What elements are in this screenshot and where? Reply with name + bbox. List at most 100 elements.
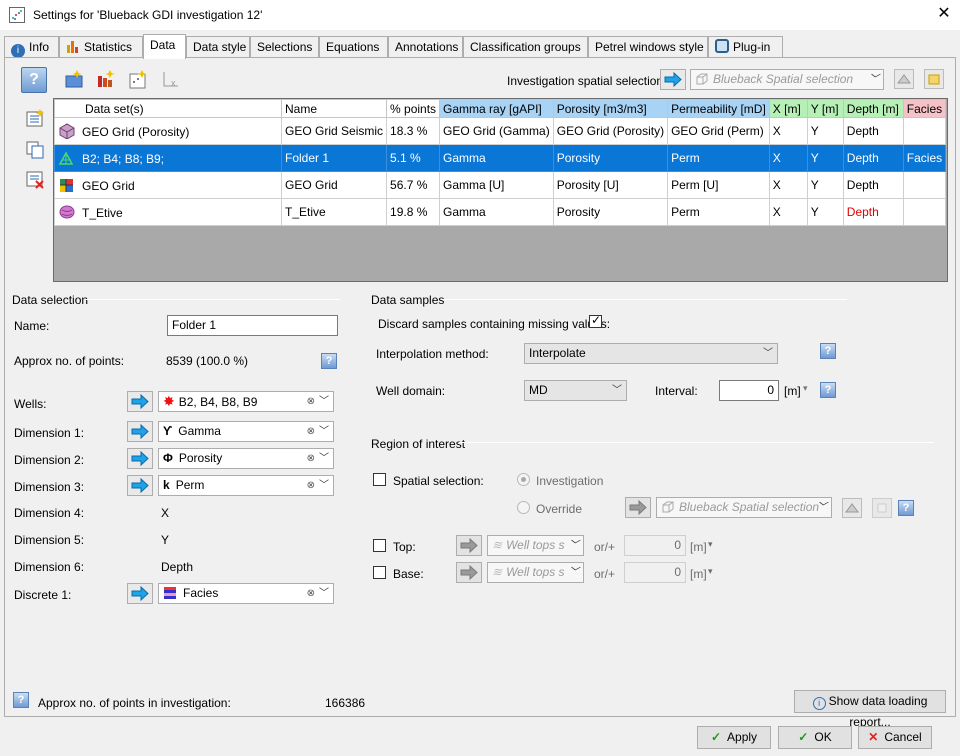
facies-cell[interactable] <box>902 198 947 226</box>
gamma-cell[interactable]: GEO Grid (Gamma) <box>439 117 554 145</box>
dim1-combo[interactable]: ϒ Gamma ⊗ ﹀ <box>158 421 334 442</box>
y-cell[interactable]: Y <box>806 198 844 226</box>
facies-cell[interactable] <box>902 171 947 199</box>
dim1-arrow-button[interactable] <box>127 421 153 442</box>
col-header-perm[interactable]: Permeability [mD] <box>667 99 770 118</box>
base-combo[interactable]: ≋ Well tops s ﹀ <box>487 562 584 583</box>
col-header-datasets[interactable]: Data set(s) <box>54 99 282 118</box>
copy-row-icon[interactable] <box>24 139 46 161</box>
clear-icon[interactable]: ⊗ <box>307 449 315 468</box>
override-new-icon[interactable] <box>872 498 892 518</box>
y-cell[interactable]: Y <box>806 171 844 199</box>
col-header-facies[interactable]: Facies <box>902 99 947 118</box>
table-row[interactable]: GEO Grid GEO Grid 56.7 % Gamma [U] Poros… <box>54 171 947 199</box>
perm-cell[interactable]: GEO Grid (Perm) <box>667 117 770 145</box>
clear-icon[interactable]: ⊗ <box>307 392 315 411</box>
col-header-name[interactable]: Name <box>280 99 388 118</box>
tab-annotations[interactable]: Annotations <box>388 36 463 58</box>
x-cell[interactable]: X <box>768 198 808 226</box>
clear-icon[interactable]: ⊗ <box>307 584 315 603</box>
investigation-radio[interactable] <box>517 473 530 486</box>
top-offset-input[interactable]: 0 <box>624 535 686 556</box>
col-header-points[interactable]: % points <box>386 99 441 118</box>
name-input[interactable]: Folder 1 <box>167 315 338 336</box>
help-icon[interactable]: ? <box>13 692 29 708</box>
dim3-arrow-button[interactable] <box>127 475 153 496</box>
tab-data-style[interactable]: Data style <box>186 36 250 58</box>
help-icon[interactable]: ? <box>898 500 914 516</box>
ok-button[interactable]: ✓ OK <box>778 726 852 749</box>
tab-selections[interactable]: Selections <box>250 36 319 58</box>
depth-cell[interactable]: Depth <box>842 171 904 199</box>
gamma-cell[interactable]: Gamma <box>439 144 554 172</box>
col-header-y[interactable]: Y [m] <box>806 99 844 118</box>
show-data-loading-report-button[interactable]: i Show data loading report... <box>794 690 946 729</box>
top-unit[interactable]: [m] <box>690 540 707 554</box>
discard-checkbox[interactable]: ✓ <box>589 313 602 328</box>
unit-dropdown-icon[interactable]: ▾ <box>803 383 808 394</box>
spatial-new-icon[interactable] <box>924 69 944 89</box>
tab-equations[interactable]: Equations <box>319 36 388 58</box>
top-checkbox[interactable] <box>373 539 386 552</box>
gamma-cell[interactable]: Gamma [U] <box>439 171 554 199</box>
help-icon[interactable]: ? <box>820 343 836 359</box>
tab-petrel-windows-style[interactable]: Petrel windows style <box>588 36 708 58</box>
col-header-gamma[interactable]: Gamma ray [gAPI] <box>439 99 554 118</box>
spatial-selection-checkbox[interactable] <box>373 473 386 486</box>
new-dataset-icon[interactable] <box>63 68 85 90</box>
dim2-arrow-button[interactable] <box>127 448 153 469</box>
new-point-dataset-icon[interactable] <box>127 68 149 90</box>
porosity-cell[interactable]: GEO Grid (Porosity) <box>552 117 669 145</box>
x-cell[interactable]: X <box>768 117 808 145</box>
base-offset-input[interactable]: 0 <box>624 562 686 583</box>
add-row-icon[interactable] <box>24 107 46 129</box>
col-header-depth[interactable]: Depth [m] <box>842 99 904 118</box>
table-row[interactable]: T_Etive T_Etive 19.8 % Gamma Porosity Pe… <box>54 198 947 226</box>
apply-button[interactable]: ✓ Apply <box>697 726 771 749</box>
delete-dataset-icon[interactable]: x <box>159 68 181 90</box>
clear-icon[interactable]: ⊗ <box>307 476 315 495</box>
top-combo[interactable]: ≋ Well tops s ﹀ <box>487 535 584 556</box>
facies-cell[interactable]: Facies <box>902 144 947 172</box>
dataset-cell[interactable]: T_Etive <box>54 198 282 226</box>
dataset-cell[interactable]: B2; B4; B8; B9; <box>54 144 282 172</box>
top-arrow-button[interactable] <box>456 535 482 556</box>
gamma-cell[interactable]: Gamma <box>439 198 554 226</box>
y-cell[interactable]: Y <box>806 144 844 172</box>
name-cell[interactable]: GEO Grid Seismic <box>280 117 388 145</box>
tab-info[interactable]: i Info <box>4 36 59 58</box>
table-row[interactable]: GEO Grid (Porosity) GEO Grid Seismic 18.… <box>54 117 947 145</box>
tab-classification-groups[interactable]: Classification groups <box>463 36 588 58</box>
dim3-combo[interactable]: k Perm ⊗ ﹀ <box>158 475 334 496</box>
porosity-cell[interactable]: Porosity <box>552 144 669 172</box>
discrete1-arrow-button[interactable] <box>127 583 153 604</box>
tab-statistics[interactable]: Statistics <box>59 36 143 58</box>
wells-combo[interactable]: ✸ B2, B4, B8, B9 ⊗ ﹀ <box>158 391 334 412</box>
clear-icon[interactable]: ⊗ <box>307 422 315 441</box>
spatial-selection-combo[interactable]: Blueback Spatial selection ﹀ <box>690 69 884 90</box>
name-cell[interactable]: GEO Grid <box>280 171 388 199</box>
depth-cell[interactable]: Depth <box>842 117 904 145</box>
interval-unit[interactable]: [m] <box>784 384 801 398</box>
x-cell[interactable]: X <box>768 144 808 172</box>
perm-cell[interactable]: Perm <box>667 144 770 172</box>
depth-cell-warning[interactable]: Depth <box>842 198 904 226</box>
perm-cell[interactable]: Perm [U] <box>667 171 770 199</box>
unit-dropdown-icon[interactable]: ▾ <box>708 539 713 550</box>
interval-input[interactable]: 0 <box>719 380 779 401</box>
help-icon[interactable]: ? <box>321 353 337 369</box>
facies-cell[interactable] <box>902 117 947 145</box>
override-arrow-button[interactable] <box>625 497 651 518</box>
dim2-combo[interactable]: Φ Porosity ⊗ ﹀ <box>158 448 334 469</box>
porosity-cell[interactable]: Porosity [U] <box>552 171 669 199</box>
override-combo[interactable]: Blueback Spatial selection ﹀ <box>656 497 832 518</box>
col-header-x[interactable]: X [m] <box>768 99 808 118</box>
override-radio[interactable] <box>517 501 530 514</box>
base-arrow-button[interactable] <box>456 562 482 583</box>
perm-cell[interactable]: Perm <box>667 198 770 226</box>
col-header-porosity[interactable]: Porosity [m3/m3] <box>552 99 669 118</box>
y-cell[interactable]: Y <box>806 117 844 145</box>
tab-data[interactable]: Data <box>143 34 186 59</box>
discrete1-combo[interactable]: Facies ⊗ ﹀ <box>158 583 334 604</box>
close-icon[interactable]: ✕ <box>934 4 954 24</box>
